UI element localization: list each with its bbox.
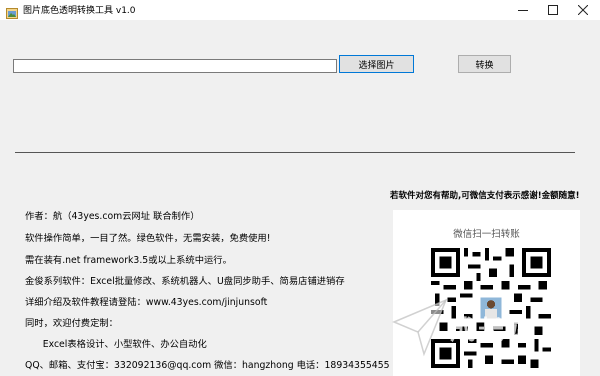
product-series-line: 金俊系列软件：Excel批量修改、系统机器人、U盘同步助手、简易店铺进销存 [25, 276, 345, 287]
services-line: Excel表格设计、小型软件、办公自动化 [25, 339, 207, 350]
qr-title: 微信扫一扫转账 [453, 229, 520, 240]
convert-button[interactable]: 转换 [458, 55, 511, 73]
minimize-icon [518, 10, 528, 11]
app-icon [6, 4, 18, 19]
close-icon [578, 5, 588, 15]
minimize-button[interactable] [508, 0, 538, 20]
website-line: 详细介绍及软件教程请登陆：www.43yes.com/jinjunsoft [25, 297, 268, 308]
image-path-input[interactable] [13, 59, 337, 73]
maximize-icon [548, 5, 558, 15]
title-bar: 图片底色透明转换工具 v1.0 [0, 0, 600, 20]
description-line: 软件操作简单，一目了然。绿色软件，无需安装，免费使用! [25, 233, 271, 244]
close-button[interactable] [568, 0, 598, 20]
qr-payment-panel: 微信扫一扫转账 [393, 210, 580, 376]
donation-prompt: 若软件对您有帮助,可微信支付表示感谢!金额随意! [390, 191, 580, 201]
requirement-line: 需在装有.net framework3.5或以上系统中运行。 [25, 255, 232, 266]
window-title: 图片底色透明转换工具 v1.0 [23, 6, 136, 16]
author-line: 作者：航（43yes.com云网址 联合制作） [25, 211, 200, 222]
select-image-button[interactable]: 选择图片 [339, 55, 414, 73]
custom-order-line: 同时，欢迎付费定制： [25, 318, 118, 329]
maximize-button[interactable] [538, 0, 568, 20]
separator-line [15, 152, 575, 153]
qr-code-image [431, 248, 551, 368]
contact-line: QQ、邮箱、支付宝：332092136@qq.com 微信：hangzhong … [25, 360, 390, 371]
